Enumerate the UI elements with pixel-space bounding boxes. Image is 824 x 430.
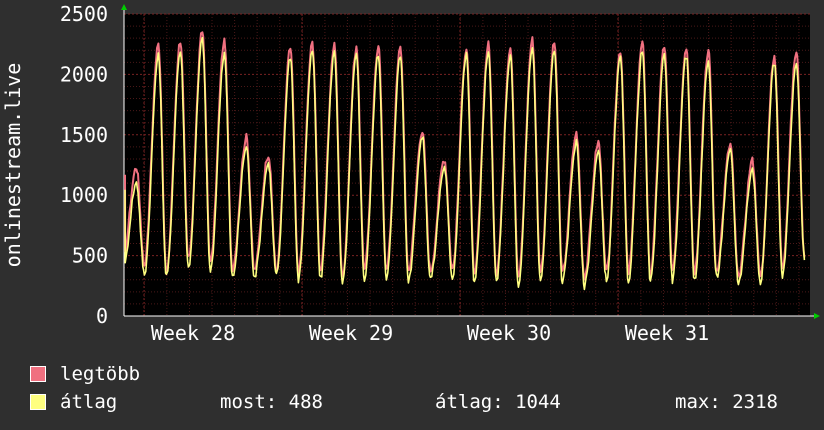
legend-swatch-avg — [30, 394, 46, 410]
y-tick-label: 2500 — [60, 2, 108, 26]
stat-avg: átlag: 1044 — [435, 391, 561, 413]
y-axis: 0 500 1000 1500 2000 2500 — [60, 2, 127, 328]
y-tick-label: 1000 — [60, 183, 108, 207]
x-tick-label: Week 31 — [625, 321, 709, 345]
x-tick-label: Week 29 — [309, 321, 393, 345]
y-tick-label: 1500 — [60, 123, 108, 147]
x-tick-label: Week 28 — [151, 321, 235, 345]
chart: 05001000150020002500 Week 28 Week 29 Week … — [1, 2, 820, 345]
x-axis: Week 28 Week 29 Week 30 Week 31 — [124, 313, 820, 345]
y-axis-label: onlinestream.live — [1, 63, 25, 268]
legend-label-avg: átlag — [60, 391, 118, 413]
legend: legtöbb átlag most: 488 átlag: 1044 max:… — [0, 360, 824, 430]
legend-entry-avg: átlag — [30, 390, 117, 414]
stat-now: most: 488 — [220, 391, 323, 413]
y-axis-arrow — [121, 4, 127, 10]
x-tick-label: Week 30 — [467, 321, 551, 345]
legend-swatch-max — [30, 366, 46, 382]
x-axis-arrow — [814, 313, 820, 319]
legend-label-max: legtöbb — [60, 363, 141, 385]
legend-entry-max: legtöbb — [30, 362, 140, 386]
y-tick-label: 0 — [96, 304, 108, 328]
stat-max: max: 2318 — [675, 391, 778, 413]
y-tick-label: 500 — [72, 244, 108, 268]
y-tick-label: 2000 — [60, 62, 108, 86]
